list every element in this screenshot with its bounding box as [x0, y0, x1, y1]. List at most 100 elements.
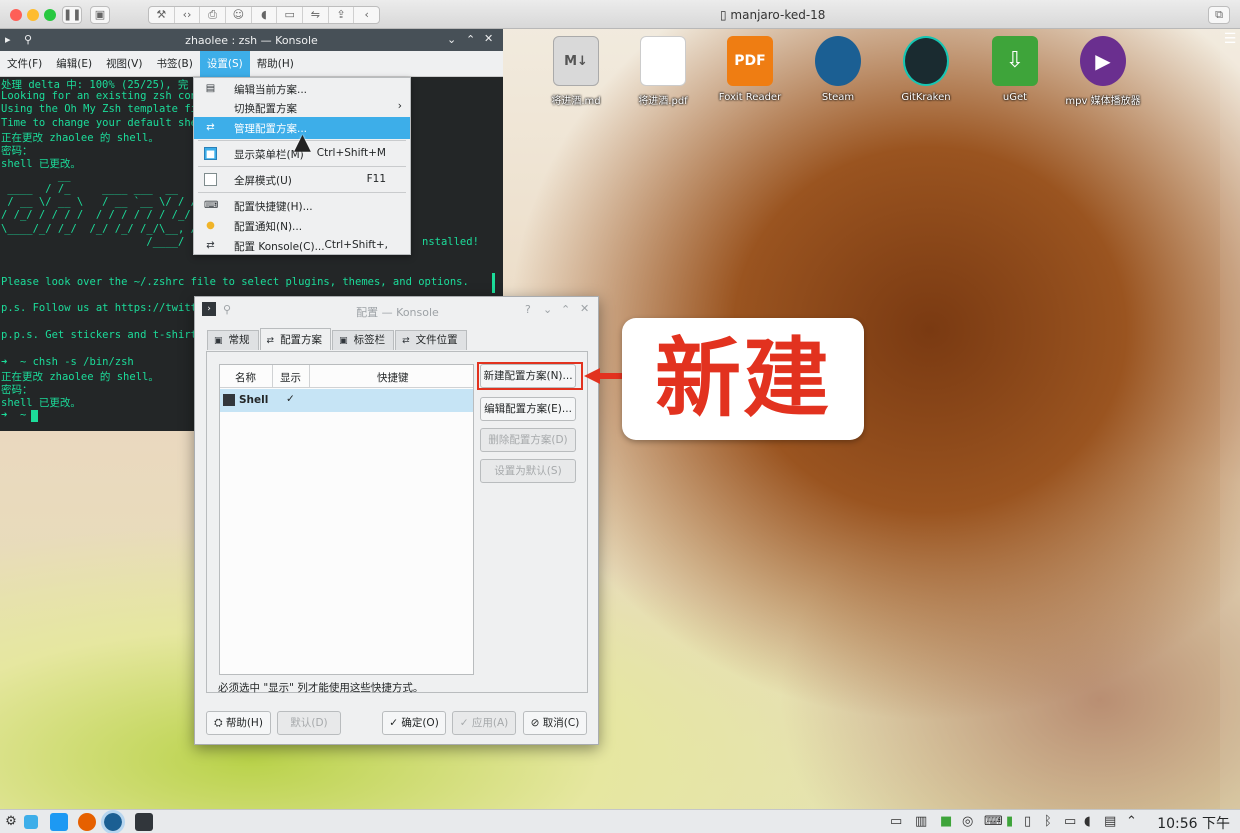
keyboard-icon: ⌨: [204, 200, 219, 211]
keyboard-icon[interactable]: ⌨: [984, 814, 1003, 829]
cancel-button[interactable]: ⊘ 取消(C): [523, 711, 587, 735]
menu-item-switch-profile[interactable]: 切换配置方案 ›: [194, 97, 410, 119]
terminal-icon: ▣: [214, 336, 223, 346]
help-icon: ⛭: [214, 717, 226, 729]
desktop-icon-gitkraken[interactable]: GitKraken: [886, 36, 966, 103]
bluetooth-icon[interactable]: ᛒ: [1044, 814, 1052, 829]
profile-show-check[interactable]: ✓: [286, 393, 295, 405]
usb-icon[interactable]: ⇋: [303, 7, 329, 23]
column-name[interactable]: 名称: [235, 370, 256, 385]
checkbox-checked-icon[interactable]: ■: [204, 147, 217, 160]
chevron-up-icon[interactable]: ⌃: [561, 303, 570, 316]
minimize-window-button[interactable]: [27, 9, 39, 21]
menu-item-configure-konsole[interactable]: ⇄ 配置 Konsole(C)... Ctrl+Shift+,: [194, 235, 410, 257]
help-button[interactable]: ⛭ 帮助(H): [206, 711, 271, 735]
steam-taskbar-icon[interactable]: [101, 810, 125, 833]
dialog-titlebar: › ⚲ 配置 — Konsole ? ⌄ ⌃ ✕: [195, 297, 598, 323]
dialog-tabs: ▣ 常规 ⇄ 配置方案 ▣ 标签栏 ⇄ 文件位置: [207, 328, 468, 350]
chevron-up-icon[interactable]: ⌃: [1126, 814, 1137, 829]
highlight-box: [477, 362, 583, 390]
konsole-taskbar-icon[interactable]: [135, 813, 153, 831]
chevron-down-icon[interactable]: ⌄: [447, 33, 456, 46]
table-row[interactable]: Shell ✓: [220, 389, 473, 412]
menu-settings[interactable]: 设置(S): [199, 50, 250, 77]
pause-vm-button[interactable]: ❚❚: [62, 6, 82, 24]
terminal-line: nstalled!: [422, 236, 479, 248]
column-show[interactable]: 显示: [280, 370, 301, 385]
check-icon: ✓: [459, 717, 472, 729]
file-manager-icon[interactable]: [50, 813, 68, 831]
menu-item-fullscreen[interactable]: 全屏模式(U) F11: [194, 169, 410, 191]
host-window-title: ▯ manjaro-ked-18: [720, 8, 826, 22]
terminal-line: p.p.s. Get stickers and t-shirt: [1, 329, 197, 341]
firefox-icon[interactable]: [78, 813, 96, 831]
help-icon[interactable]: ?: [525, 303, 531, 316]
camera-icon[interactable]: ▭: [277, 7, 304, 23]
menu-item-configure-shortcuts[interactable]: ⌨ 配置快捷键(H)...: [194, 195, 410, 217]
device-icon[interactable]: ▯: [1024, 814, 1031, 829]
column-shortcut[interactable]: 快捷键: [377, 370, 409, 385]
terminal-line: Looking for an existing zsh con: [1, 90, 197, 102]
snapshot-button[interactable]: ▣: [90, 6, 110, 24]
desktop-icon-foxit[interactable]: PDF Foxit Reader: [710, 36, 790, 103]
edit-profile-icon: ▤: [205, 83, 216, 94]
clipboard-icon[interactable]: ▥: [915, 814, 927, 829]
defaults-button[interactable]: 默认(D): [277, 711, 341, 735]
close-window-button[interactable]: [10, 9, 22, 21]
desktop-icon-steam[interactable]: Steam: [798, 36, 878, 103]
menu-edit[interactable]: 编辑(E): [49, 51, 99, 77]
terminal-cursor: [31, 410, 38, 422]
clock[interactable]: 10:56 下午: [1157, 813, 1230, 833]
desktop-icon-pdf[interactable]: 将进酒.pdf: [623, 36, 703, 107]
menu-bookmarks[interactable]: 书签(B): [149, 51, 199, 77]
desktop-icon-uget[interactable]: ⇩ uGet: [975, 36, 1055, 103]
konsole-title: zhaolee : zsh — Konsole: [185, 34, 318, 47]
ok-button[interactable]: ✓ 确定(O): [382, 711, 446, 735]
desktop-pager-icon[interactable]: [24, 815, 38, 829]
set-default-button[interactable]: 设置为默认(S): [480, 459, 576, 483]
audio-icon[interactable]: ◖: [252, 7, 278, 23]
checkbox-icon[interactable]: [204, 173, 217, 186]
terminal-line: \____/_/ /_/ /_/ /_/ /_/\__, /: [1, 223, 197, 235]
edit-profile-button[interactable]: 编辑配置方案(E)...: [480, 397, 576, 421]
tab-file-location[interactable]: ⇄ 文件位置: [395, 330, 467, 350]
tray-window-icon[interactable]: ▭: [890, 814, 902, 829]
profiles-list[interactable]: 名称 显示 快捷键 Shell ✓: [219, 364, 474, 675]
user-icon[interactable]: ☺: [226, 7, 252, 23]
delete-profile-button[interactable]: 删除配置方案(D): [480, 428, 576, 452]
terminal-line: / __ \/ __ \ / __ `__ \/ / /: [1, 196, 197, 208]
close-icon[interactable]: ✕: [484, 32, 493, 45]
display-icon[interactable]: ▭: [1064, 814, 1076, 829]
wrench-icon[interactable]: ⚒: [149, 7, 175, 23]
desktop-icon-mpv[interactable]: ▶ mpv 媒体播放器: [1063, 36, 1143, 107]
apply-button[interactable]: ✓ 应用(A): [452, 711, 516, 735]
network-icon[interactable]: ◎: [962, 814, 973, 829]
tab-profiles[interactable]: ⇄ 配置方案: [259, 328, 332, 350]
code-icon[interactable]: ‹›: [175, 7, 201, 23]
profiles-icon: ⇄: [266, 336, 275, 346]
menu-help[interactable]: 帮助(H): [250, 51, 301, 77]
chevron-left-icon[interactable]: ‹: [354, 7, 379, 23]
chevron-up-icon[interactable]: ⌃: [466, 33, 475, 46]
printer-icon[interactable]: ⎙: [200, 7, 227, 23]
zoom-window-button[interactable]: [44, 9, 56, 21]
menu-view[interactable]: 视图(V): [99, 51, 149, 77]
menu-separator: [198, 192, 406, 193]
uget-tray-icon[interactable]: ■: [940, 814, 952, 829]
share-icon[interactable]: ⇪: [329, 7, 355, 23]
menu-file[interactable]: 文件(F): [0, 51, 49, 77]
menu-item-configure-notifications[interactable]: ● 配置通知(N)...: [194, 215, 410, 237]
close-icon[interactable]: ✕: [580, 302, 589, 315]
fullscreen-button[interactable]: ⧉: [1208, 6, 1230, 24]
terminal-line: Using the Oh My Zsh template fi: [1, 103, 197, 115]
app-launcher-icon[interactable]: ⚙: [2, 813, 20, 831]
desktop-icon-md[interactable]: M↓ 将进酒.md: [536, 36, 616, 107]
terminal-scrollbar[interactable]: [492, 273, 495, 293]
volume-icon[interactable]: ◖: [1084, 814, 1091, 829]
chevron-down-icon[interactable]: ⌄: [543, 303, 552, 316]
tab-tabbar[interactable]: ▣ 标签栏: [332, 330, 395, 350]
storage-icon[interactable]: ▤: [1104, 814, 1116, 829]
tab-general[interactable]: ▣ 常规: [207, 330, 259, 350]
updates-icon[interactable]: ▮: [1006, 814, 1013, 829]
hamburger-icon[interactable]: ☰: [1220, 31, 1240, 47]
